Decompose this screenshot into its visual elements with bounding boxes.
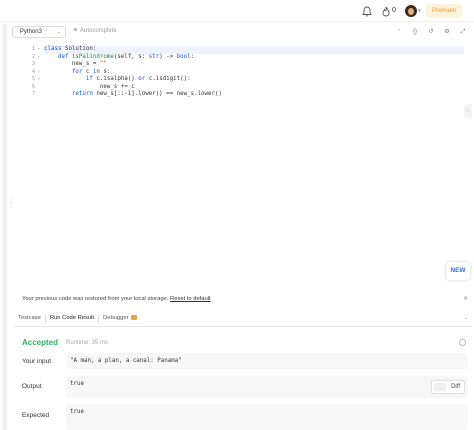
result-status: Accepted (22, 338, 59, 347)
top-bar: 0 ▾ Premium (0, 0, 474, 22)
code-line[interactable]: def isPalindrome(self, s: str) -> bool: (44, 54, 464, 62)
code-icon: ⁱ (17, 29, 18, 35)
diff-label: Diff (451, 384, 460, 390)
chevron-down-icon[interactable]: ⌄ (464, 315, 468, 321)
chevron-down-icon: ⌄ (56, 29, 61, 35)
output-label: Output (22, 383, 42, 390)
info-icon[interactable] (459, 339, 466, 346)
code-line[interactable]: new_s += c (44, 84, 464, 92)
input-label: Your input (22, 358, 52, 365)
line-number: 1 ▾ (31, 46, 40, 52)
line-number: 2 ▾ (31, 53, 40, 60)
autocomplete-dot-icon (74, 28, 77, 31)
language-select[interactable]: ⁱ Python3 ⌄ (12, 26, 66, 38)
premium-button[interactable]: Premium (426, 4, 462, 18)
streak-count: 0 (392, 7, 396, 14)
autocomplete-toggle[interactable]: Autocomplete (74, 28, 117, 34)
left-panel-edge (2, 24, 7, 430)
new-badge[interactable]: NEW (446, 262, 470, 280)
chevron-down-icon[interactable]: ▾ (418, 8, 421, 14)
output-value-box: true (66, 376, 468, 398)
autocomplete-label: Autocomplete (80, 28, 117, 34)
fullscreen-icon[interactable]: ⤢ (458, 27, 468, 37)
language-label: Python3 (19, 29, 42, 35)
console-tabs: Testcase Run Code Result Debugger ⌄ (14, 310, 472, 327)
side-panel-toggle[interactable]: ‹ (464, 104, 472, 118)
expected-value-box: true (66, 404, 468, 430)
avatar[interactable] (405, 5, 417, 17)
settings-icon[interactable]: ⚙ (442, 27, 452, 37)
lock-icon (130, 314, 137, 320)
tab-run-code-result[interactable]: Run Code Result (46, 310, 98, 327)
editor-toolbar: ⁱ {} ↺ ⚙ ⤢ (394, 27, 468, 37)
code-line[interactable]: new_s = "" (44, 61, 464, 69)
input-value-box: "A man, a plan, a canal: Panama" (66, 353, 468, 369)
code-line[interactable]: for c in s: (44, 69, 464, 77)
editor-header: ⁱ Python3 ⌄ Autocomplete ⁱ {} ↺ ⚙ ⤢ (8, 24, 474, 42)
fire-icon[interactable] (381, 6, 391, 17)
line-number: 3 (31, 61, 35, 67)
line-number: 6 (31, 83, 35, 90)
line-number: 5 ▾ (31, 76, 40, 82)
line-number: 7 (31, 91, 35, 97)
tab-testcase[interactable]: Testcase (14, 310, 45, 327)
runtime-text: Runtime: 35 ms (66, 340, 109, 346)
line-number: 4 ▾ (31, 68, 40, 75)
restore-message: Your previous code was restored from you… (22, 296, 169, 302)
code-line[interactable]: return new_s[::-1].lower() == new_s.lowe… (44, 91, 464, 99)
info-icon[interactable]: ⁱ (394, 27, 404, 37)
code-line[interactable]: class Solution: (44, 46, 464, 54)
code-editor[interactable]: 1 ▾ 2 ▾ 3 4 ▾ 5 ▾ 6 7 class Solution: def is… (8, 44, 472, 290)
braces-icon[interactable]: {} (410, 27, 420, 37)
restore-notice: Your previous code was restored from you… (14, 292, 472, 306)
bell-icon[interactable] (362, 6, 372, 17)
close-icon[interactable]: ✕ (463, 292, 468, 306)
toggle-switch[interactable] (434, 383, 446, 391)
line-gutter: 1 ▾ 2 ▾ 3 4 ▾ 5 ▾ 6 7 (8, 46, 40, 99)
diff-toggle[interactable]: Diff (431, 380, 465, 394)
reset-to-default-link[interactable]: Reset to default (170, 296, 211, 302)
expected-label: Expected (22, 412, 50, 419)
tab-debugger[interactable]: Debugger (99, 310, 140, 327)
code-line[interactable]: if c.isalpha() or c.isdigit(): (44, 76, 464, 84)
reset-icon[interactable]: ↺ (426, 27, 436, 37)
code-text[interactable]: class Solution: def isPalindrome(self, s… (44, 46, 464, 99)
